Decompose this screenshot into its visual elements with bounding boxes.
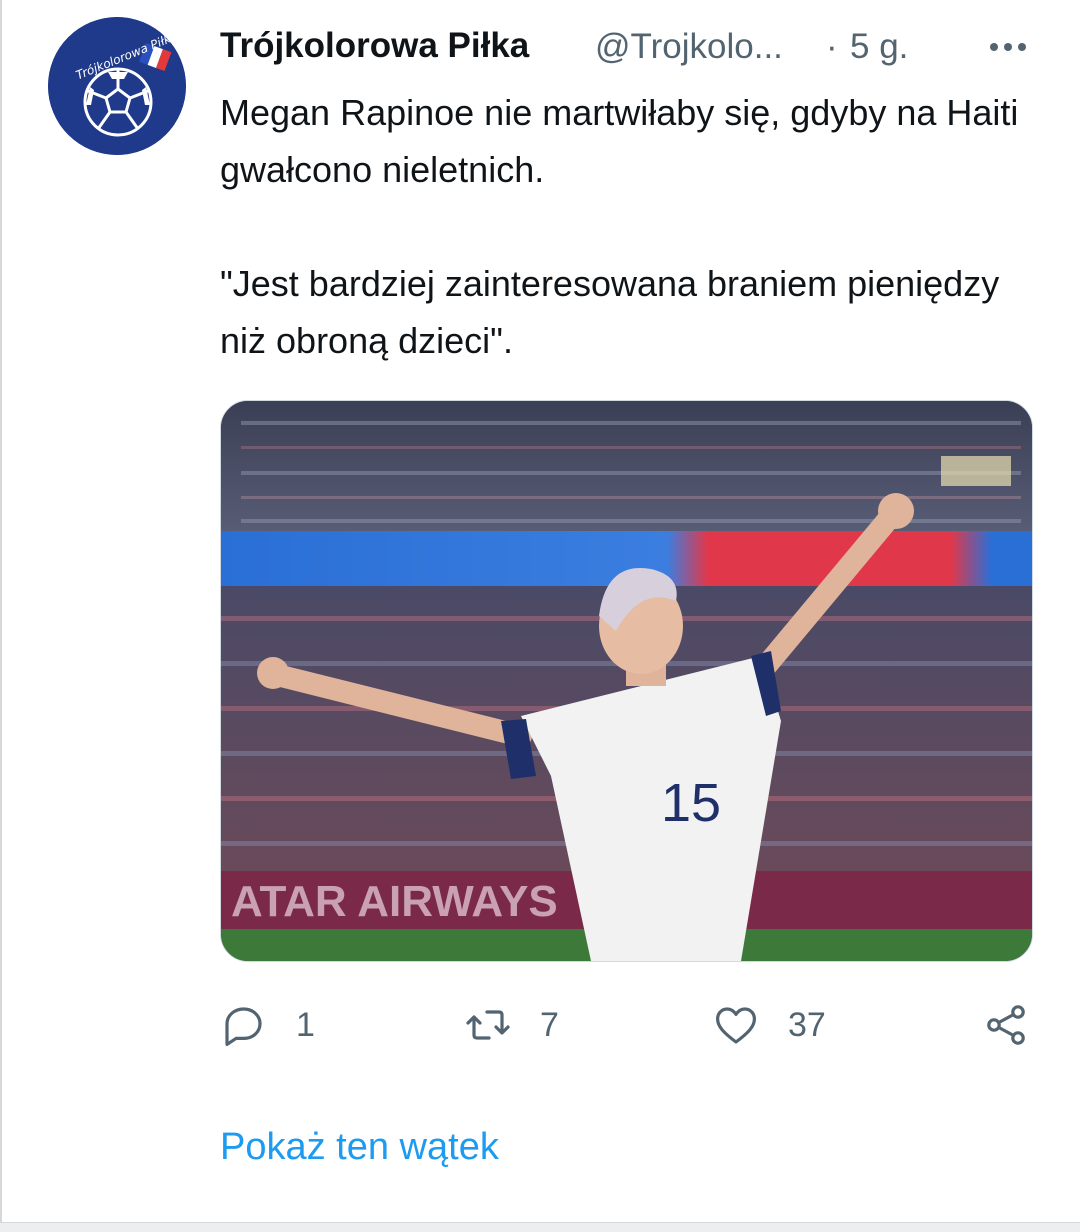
share-button[interactable]: [982, 995, 1030, 1055]
reply-button[interactable]: 1: [220, 995, 315, 1055]
tweet-text: Megan Rapinoe nie martwiłaby się, gdyby …: [220, 84, 1030, 369]
ad-board-text: ATAR AIRWAYS: [231, 877, 558, 926]
user-handle[interactable]: @Trojkolo...: [595, 27, 783, 67]
show-thread-link[interactable]: Pokaż ten wątek: [220, 1126, 499, 1169]
tweet-actions: 1 7 37: [220, 995, 1040, 1055]
more-options-icon[interactable]: [980, 22, 1036, 72]
tweet-photo[interactable]: ATAR AIRWAYS 15: [220, 400, 1033, 962]
tweet-paragraph: Megan Rapinoe nie martwiłaby się, gdyby …: [220, 92, 1019, 190]
retweet-count: 7: [540, 1005, 559, 1044]
timestamp[interactable]: 5 g.: [850, 27, 908, 67]
retweet-button[interactable]: 7: [464, 995, 559, 1055]
tweet-header: Trójkolorowa Piłka @Trojkolo... · 5 g.: [220, 22, 1040, 72]
share-icon: [987, 1005, 1025, 1045]
retweet-icon: [466, 1010, 510, 1040]
reply-icon: [225, 1007, 262, 1046]
avatar[interactable]: Trójkolorowa Piłka: [48, 17, 186, 155]
reply-count: 1: [296, 1005, 315, 1044]
jersey-number: 15: [661, 773, 721, 833]
display-name[interactable]: Trójkolorowa Piłka: [220, 26, 529, 66]
tweet-paragraph: "Jest bardziej zainteresowana braniem pi…: [220, 263, 1000, 361]
like-count: 37: [788, 1005, 826, 1044]
left-border: [0, 0, 2, 1231]
like-button[interactable]: 37: [712, 995, 826, 1055]
heart-icon: [716, 1007, 756, 1044]
separator-dot: ·: [826, 27, 838, 66]
